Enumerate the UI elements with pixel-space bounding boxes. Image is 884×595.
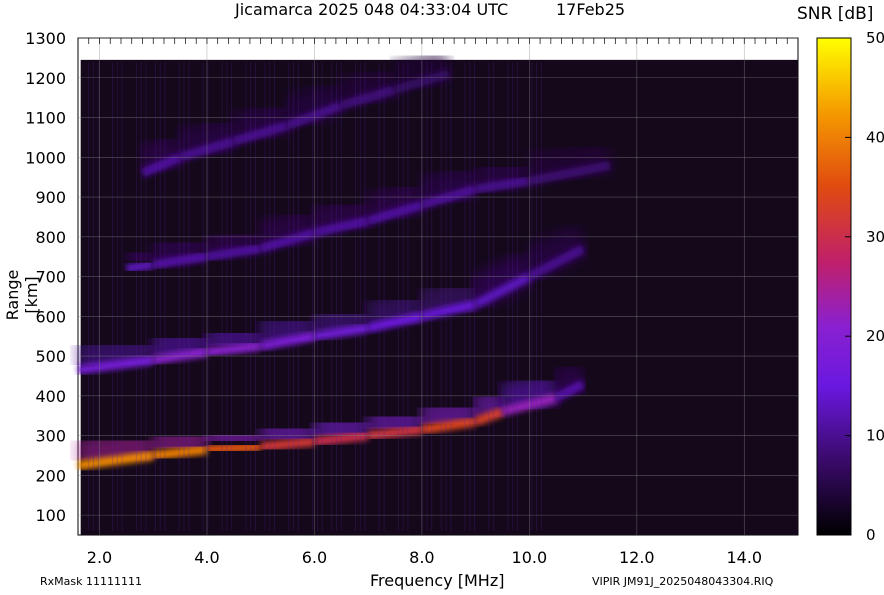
y-tick-label: 400 [35,387,66,406]
colorbar-tick-label: 50 [866,29,884,47]
y-tick-label: 1200 [25,69,66,88]
colorbar-tick-label: 40 [866,128,884,146]
y-tick-label: 600 [35,307,66,326]
echo-glow [205,319,263,360]
y-tick-label: 900 [35,188,66,207]
colorbar [816,37,852,536]
colorbar-tick-label: 10 [866,427,884,445]
y-tick-label: 1000 [25,148,66,167]
y-tick-label: 300 [35,427,66,446]
y-tick-label: 1100 [25,109,66,128]
y-tick-label: 800 [35,228,66,247]
colorbar-tick-label: 30 [866,228,884,246]
colorbar-tick-label: 0 [866,526,876,544]
y-tick-label: 500 [35,347,66,366]
echo-segment [152,445,208,460]
echo-segment [260,437,315,452]
y-tick-label: 1300 [25,29,66,48]
x-tick-label: 12.0 [619,548,655,567]
x-tick-label: 14.0 [726,548,762,567]
x-tick-label: 4.0 [194,548,219,567]
echo-segment [125,260,154,274]
colorbar-tick-label: 20 [866,327,884,345]
echo-segment [206,442,261,455]
y-tick-label: 700 [35,268,66,287]
echo-glow [123,237,156,276]
ionogram-plot: 2.0 4.0 6.0 8.0 10.0 12.0 14.01002003004005006… [25,29,884,567]
x-tick-label: 8.0 [409,548,434,567]
x-tick-label: 6.0 [302,548,327,567]
x-tick-label: 2.0 [87,548,112,567]
echo-trace [78,494,154,529]
x-tick-label: 10.0 [512,548,548,567]
echo-glow [259,414,317,454]
echo-segment [367,425,423,441]
y-tick-label: 200 [35,466,66,485]
y-tick-label: 100 [35,506,66,525]
echo-glow [151,422,209,463]
echo-glow [366,402,424,443]
echo-segment [206,341,262,357]
echo-glow [206,419,262,457]
